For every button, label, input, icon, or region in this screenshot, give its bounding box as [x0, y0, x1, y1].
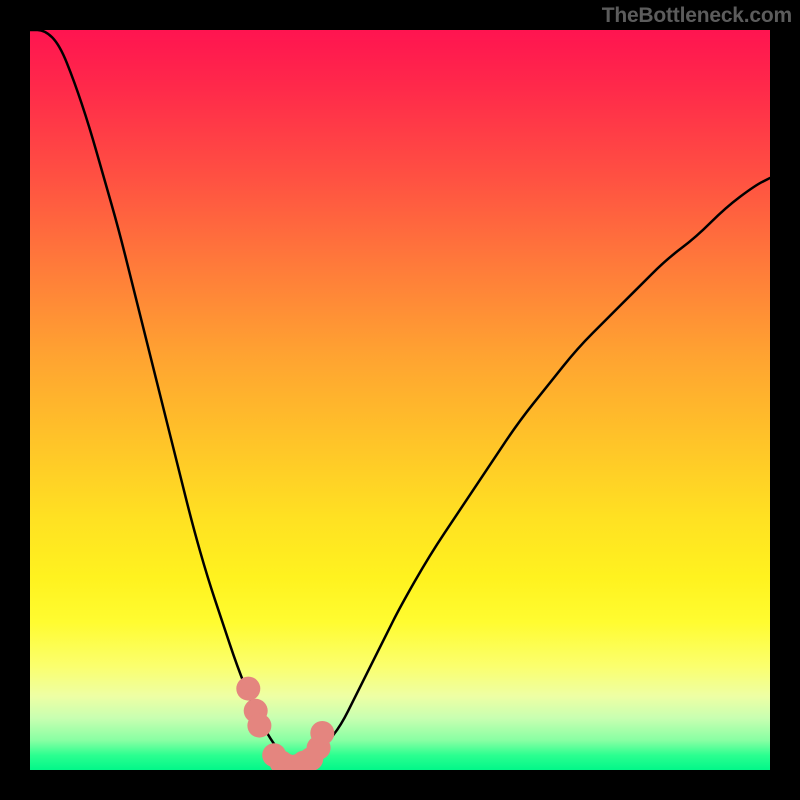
- watermark-text: TheBottleneck.com: [602, 4, 792, 28]
- plot-area: [30, 30, 770, 770]
- data-marker: [247, 714, 271, 738]
- data-markers: [236, 677, 334, 770]
- curve-layer: [30, 30, 770, 770]
- data-marker: [310, 721, 334, 745]
- bottleneck-curve: [30, 30, 770, 766]
- data-marker: [236, 677, 260, 701]
- chart-container: TheBottleneck.com: [0, 0, 800, 800]
